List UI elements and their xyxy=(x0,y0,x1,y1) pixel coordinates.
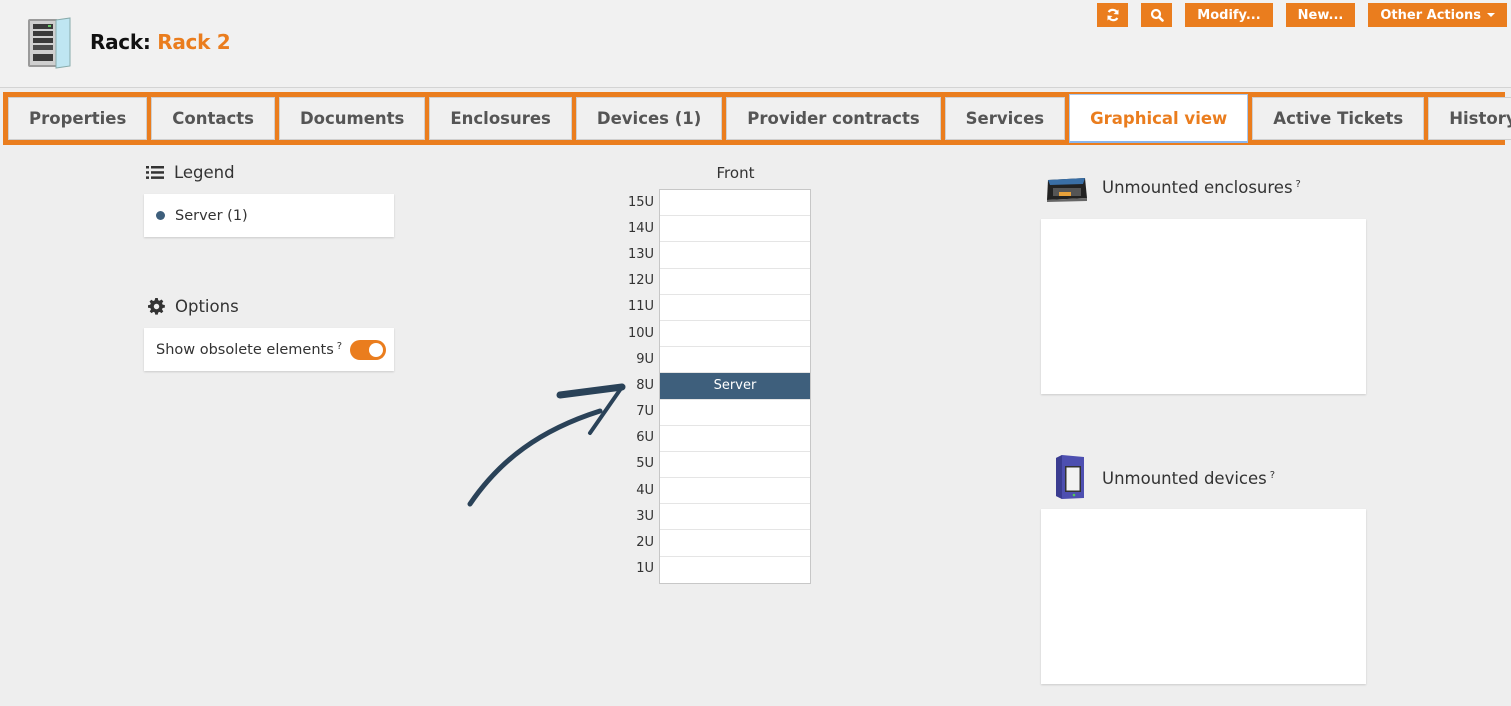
help-mark[interactable]: ? xyxy=(1296,179,1301,190)
page-title: Rack: Rack 2 xyxy=(90,30,231,54)
chevron-down-icon xyxy=(1487,13,1495,17)
legend-color-dot xyxy=(156,211,165,220)
rack-diagram: Server xyxy=(659,189,811,584)
rack-unit-label: 9U xyxy=(636,351,654,367)
options-card: Show obsolete elements ? xyxy=(144,328,394,371)
tab-provider-contracts[interactable]: Provider contracts xyxy=(726,97,941,140)
rack-slot-empty xyxy=(660,530,810,557)
device-icon xyxy=(1056,455,1084,499)
refresh-icon xyxy=(1107,8,1119,22)
rack-unit-label: 1U xyxy=(636,561,654,577)
rack-unit-label: 13U xyxy=(627,246,654,262)
options-title: Options xyxy=(175,297,239,316)
rack-slot-empty xyxy=(660,216,810,243)
rack-face-label: Front xyxy=(716,164,755,182)
rack-unit-label: 15U xyxy=(627,194,654,210)
rack-slot-empty xyxy=(660,400,810,426)
new-button[interactable]: New... xyxy=(1285,3,1356,27)
show-obsolete-label: Show obsolete elements xyxy=(156,341,334,358)
object-type: Rack: xyxy=(90,30,151,54)
rack-slot-empty xyxy=(660,452,810,479)
action-toolbar: Modify... New... Other Actions xyxy=(1084,3,1507,27)
rack-slot-empty xyxy=(660,478,810,505)
rack-slot-empty xyxy=(660,347,810,374)
help-mark[interactable]: ? xyxy=(1270,470,1275,481)
tab-properties[interactable]: Properties xyxy=(8,97,148,140)
rack-slot-empty xyxy=(660,504,810,531)
unmounted-devices-title: Unmounted devices xyxy=(1102,469,1267,488)
modify-button[interactable]: Modify... xyxy=(1185,3,1273,27)
legend-item: Server (1) xyxy=(144,194,394,237)
tab-contacts[interactable]: Contacts xyxy=(151,97,275,140)
rack-slot-empty xyxy=(660,190,810,217)
object-header: Rack: Rack 2 Modify... New... Other Acti… xyxy=(0,0,1511,88)
rack-unit-label: 2U xyxy=(636,535,654,551)
help-mark[interactable]: ? xyxy=(337,341,342,352)
legend-heading: Legend xyxy=(146,163,235,182)
rack-unit-label: 14U xyxy=(627,220,654,236)
rack-device-label: Server xyxy=(713,378,757,394)
search-button[interactable] xyxy=(1141,3,1173,27)
rack-unit-label: 10U xyxy=(627,325,654,341)
rack-unit-label: 11U xyxy=(627,299,654,315)
search-icon xyxy=(1150,8,1164,22)
options-heading: Options xyxy=(148,297,239,316)
unmounted-enclosures-panel xyxy=(1041,219,1366,394)
rack-slot-empty xyxy=(660,321,810,348)
tab-bar: Properties Contacts Documents Enclosures… xyxy=(3,92,1511,145)
rack-slot-empty xyxy=(660,295,810,321)
other-actions-button[interactable]: Other Actions xyxy=(1368,3,1507,27)
rack-slot-empty xyxy=(660,426,810,452)
rack-slot-empty xyxy=(660,557,810,583)
unmounted-devices-panel xyxy=(1041,509,1366,684)
tab-graphical-view[interactable]: Graphical view xyxy=(1069,94,1249,143)
unmounted-devices-heading: Unmounted devices ? xyxy=(1102,469,1275,488)
enclosure-icon xyxy=(1047,178,1087,202)
legend-item-label: Server (1) xyxy=(175,207,248,224)
rack-device-server[interactable]: Server xyxy=(660,373,810,400)
tab-services[interactable]: Services xyxy=(944,97,1066,140)
tab-enclosures[interactable]: Enclosures xyxy=(429,97,572,140)
toggle-knob xyxy=(369,342,384,357)
rack-slot-empty xyxy=(660,242,810,269)
tab-history[interactable]: History xyxy=(1428,97,1511,140)
gear-icon xyxy=(148,298,165,315)
unmounted-enclosures-heading: Unmounted enclosures ? xyxy=(1102,178,1301,197)
list-icon xyxy=(146,166,164,179)
legend-title: Legend xyxy=(174,163,235,182)
refresh-button[interactable] xyxy=(1097,3,1129,27)
tab-devices[interactable]: Devices (1) xyxy=(575,97,723,140)
annotation-arrow xyxy=(467,383,626,507)
rack-unit-label: 12U xyxy=(627,273,654,289)
show-obsolete-toggle[interactable] xyxy=(350,339,387,360)
legend-card: Server (1) xyxy=(144,194,394,237)
other-actions-label: Other Actions xyxy=(1380,7,1481,23)
tab-documents[interactable]: Documents xyxy=(278,97,426,140)
object-name: Rack 2 xyxy=(157,30,231,54)
rack-slot-empty xyxy=(660,269,810,295)
tab-active-tickets[interactable]: Active Tickets xyxy=(1252,97,1425,140)
rack-icon xyxy=(28,17,71,69)
unmounted-enclosures-title: Unmounted enclosures xyxy=(1102,178,1293,197)
